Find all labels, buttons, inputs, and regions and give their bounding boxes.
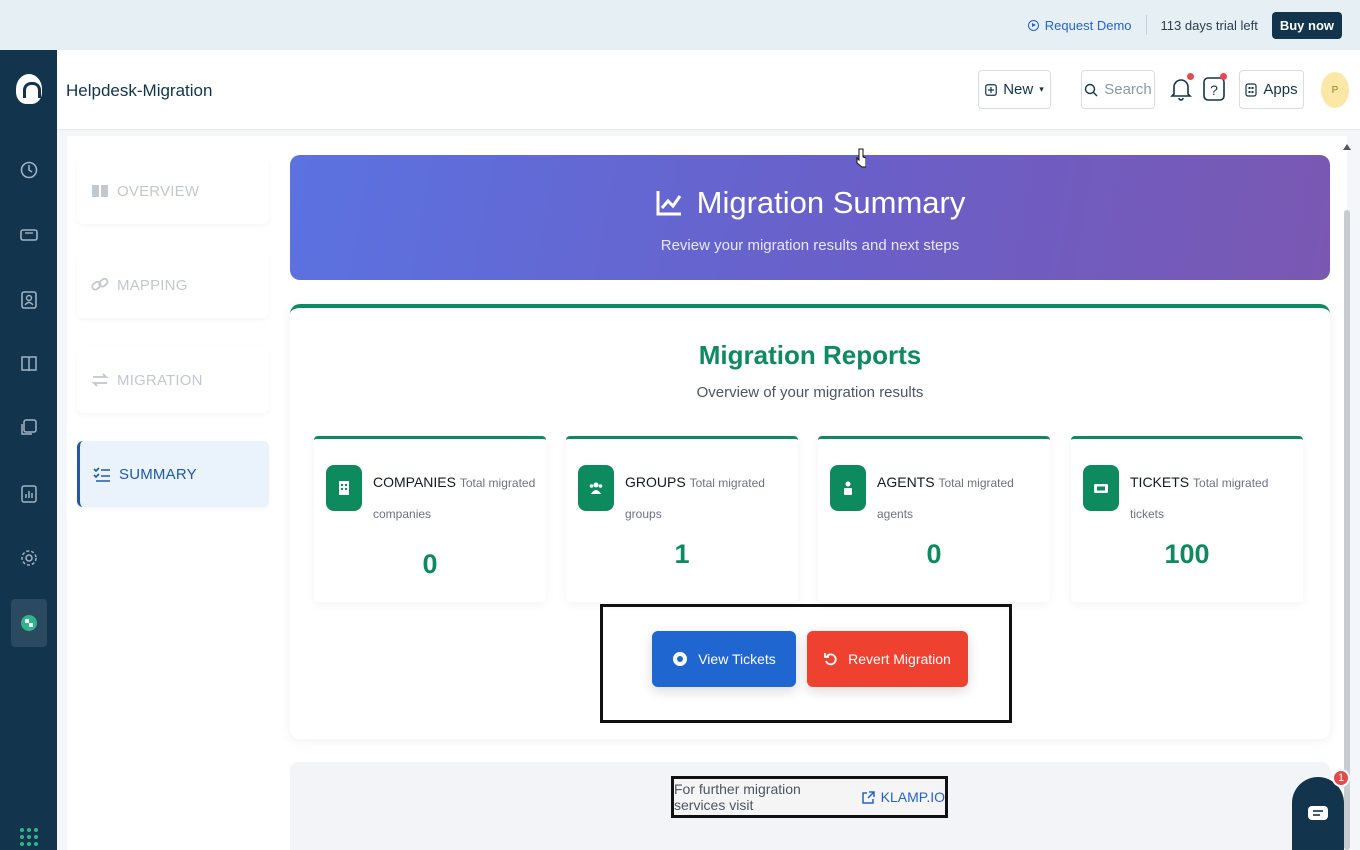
chat-threads-icon[interactable] — [19, 418, 39, 438]
migration-reports-panel: Migration Reports Overview of your migra… — [290, 304, 1330, 739]
help-icon[interactable]: ? — [1203, 73, 1227, 102]
companies-count: 0 — [422, 549, 438, 579]
trial-bar: Request Demo 113 days trial left Buy now — [0, 0, 1360, 50]
chat-widget-button[interactable]: 1 — [1292, 769, 1350, 850]
reports-subtitle: Overview of your migration results — [696, 384, 924, 401]
groups-card: GROUPS Total migrated groups 1 — [566, 436, 798, 602]
request-demo-label: Request Demo — [1044, 17, 1132, 33]
users-icon — [578, 465, 614, 511]
page-title: Helpdesk-Migration — [66, 81, 213, 100]
new-button-label: New — [1003, 81, 1034, 98]
agents-card: AGENTS Total migrated agents 0 — [818, 436, 1050, 602]
card-name: AGENTS — [877, 474, 935, 490]
scrollbar-thumb[interactable] — [1344, 210, 1350, 850]
agents-count: 0 — [926, 539, 942, 569]
knowledge-base-icon[interactable] — [19, 354, 39, 374]
reports-icon[interactable] — [19, 484, 39, 504]
agent-icon — [830, 465, 866, 511]
notifications-bell-icon[interactable] — [1170, 73, 1194, 102]
reports-title: Migration Reports — [698, 340, 922, 370]
scroll-up-arrow-icon[interactable] — [1343, 144, 1351, 150]
step-label: SUMMARY — [119, 465, 197, 483]
mouse-cursor-icon — [856, 148, 866, 168]
search-button[interactable]: Search — [1081, 70, 1155, 109]
dashboard-icon[interactable] — [19, 160, 39, 180]
app-logo-icon[interactable] — [16, 74, 42, 104]
book-icon — [92, 185, 108, 197]
klamp-link-label: KLAMP.IO — [880, 789, 945, 805]
buy-now-button[interactable]: Buy now — [1271, 11, 1342, 39]
plus-square-icon — [985, 83, 998, 96]
help-dot — [1220, 73, 1227, 80]
tickets-card: TICKETS Total migrated tickets 100 — [1071, 436, 1303, 602]
user-avatar[interactable]: P — [1321, 72, 1349, 108]
checklist-icon — [93, 467, 110, 482]
link-icon — [91, 277, 109, 291]
request-demo-link[interactable]: Request Demo — [1027, 17, 1132, 33]
migration-summary-banner: Migration Summary Review your migration … — [290, 155, 1330, 280]
left-navigation — [0, 50, 57, 850]
revert-migration-label: Revert Migration — [848, 651, 951, 667]
scrollbar[interactable] — [1340, 140, 1354, 850]
chevron-down-icon: ▾ — [1039, 84, 1044, 94]
eye-icon — [673, 652, 688, 666]
apps-icon — [1245, 82, 1257, 97]
tickets-count: 100 — [1164, 539, 1210, 569]
settings-icon[interactable] — [19, 548, 39, 568]
app-header: Helpdesk-Migration New ▾ Search ? Apps P — [57, 50, 1360, 130]
groups-count: 1 — [674, 539, 690, 569]
card-label: COMPANIES Total migrated companies — [373, 467, 536, 529]
divider — [1145, 15, 1147, 35]
apps-button-label: Apps — [1263, 81, 1298, 98]
klamp-footer-note: For further migration services visit KLA… — [671, 776, 948, 818]
view-tickets-button[interactable]: View Tickets — [652, 631, 796, 687]
card-name: GROUPS — [625, 474, 686, 490]
companies-card: COMPANIES Total migrated companies 0 — [314, 436, 546, 602]
card-name: COMPANIES — [373, 474, 456, 490]
card-name: TICKETS — [1130, 474, 1190, 490]
view-tickets-label: View Tickets — [698, 651, 776, 667]
tickets-icon[interactable] — [19, 225, 39, 245]
revert-migration-button[interactable]: Revert Migration — [807, 631, 968, 687]
card-label: TICKETS Total migrated tickets — [1130, 467, 1293, 529]
notification-dot — [1187, 73, 1194, 80]
step-migration[interactable]: MIGRATION — [77, 347, 269, 413]
undo-icon — [824, 653, 837, 666]
card-label: GROUPS Total migrated groups — [625, 467, 788, 529]
migration-app-icon[interactable] — [11, 599, 47, 647]
banner-subtitle: Review your migration results and next s… — [660, 237, 960, 254]
svg-text:?: ? — [1210, 82, 1218, 98]
footer-text: For further migration services visit — [674, 781, 801, 813]
swap-icon — [91, 373, 109, 387]
ticket-icon — [1083, 465, 1119, 511]
banner-title: Migration Summary — [696, 185, 966, 220]
apps-button[interactable]: Apps — [1239, 70, 1304, 109]
main-content: OVERVIEW MAPPING MIGRATION SUMMARY Migra… — [67, 136, 1347, 850]
app-switcher-icon[interactable] — [20, 828, 38, 846]
klamp-link[interactable]: KLAMP.IO — [861, 789, 945, 805]
chat-unread-badge: 1 — [1332, 769, 1350, 787]
step-label: OVERVIEW — [117, 182, 200, 200]
trial-days-left: 113 days trial left — [1160, 17, 1258, 33]
step-mapping[interactable]: MAPPING — [77, 252, 269, 318]
building-icon — [326, 465, 362, 511]
step-summary[interactable]: SUMMARY — [77, 441, 269, 507]
step-overview[interactable]: OVERVIEW — [77, 158, 269, 224]
external-link-icon — [861, 790, 875, 804]
play-circle-icon — [1027, 19, 1039, 31]
step-label: MAPPING — [117, 276, 188, 294]
new-button[interactable]: New ▾ — [978, 70, 1051, 109]
contacts-icon[interactable] — [19, 290, 39, 310]
banner-heading: Migration Summary — [290, 185, 1330, 221]
chart-line-icon — [656, 191, 681, 216]
search-icon — [1085, 83, 1098, 96]
step-label: MIGRATION — [117, 371, 203, 389]
card-label: AGENTS Total migrated agents — [877, 467, 1040, 529]
search-placeholder: Search — [1104, 81, 1152, 98]
chat-bubble-icon — [1308, 805, 1328, 820]
